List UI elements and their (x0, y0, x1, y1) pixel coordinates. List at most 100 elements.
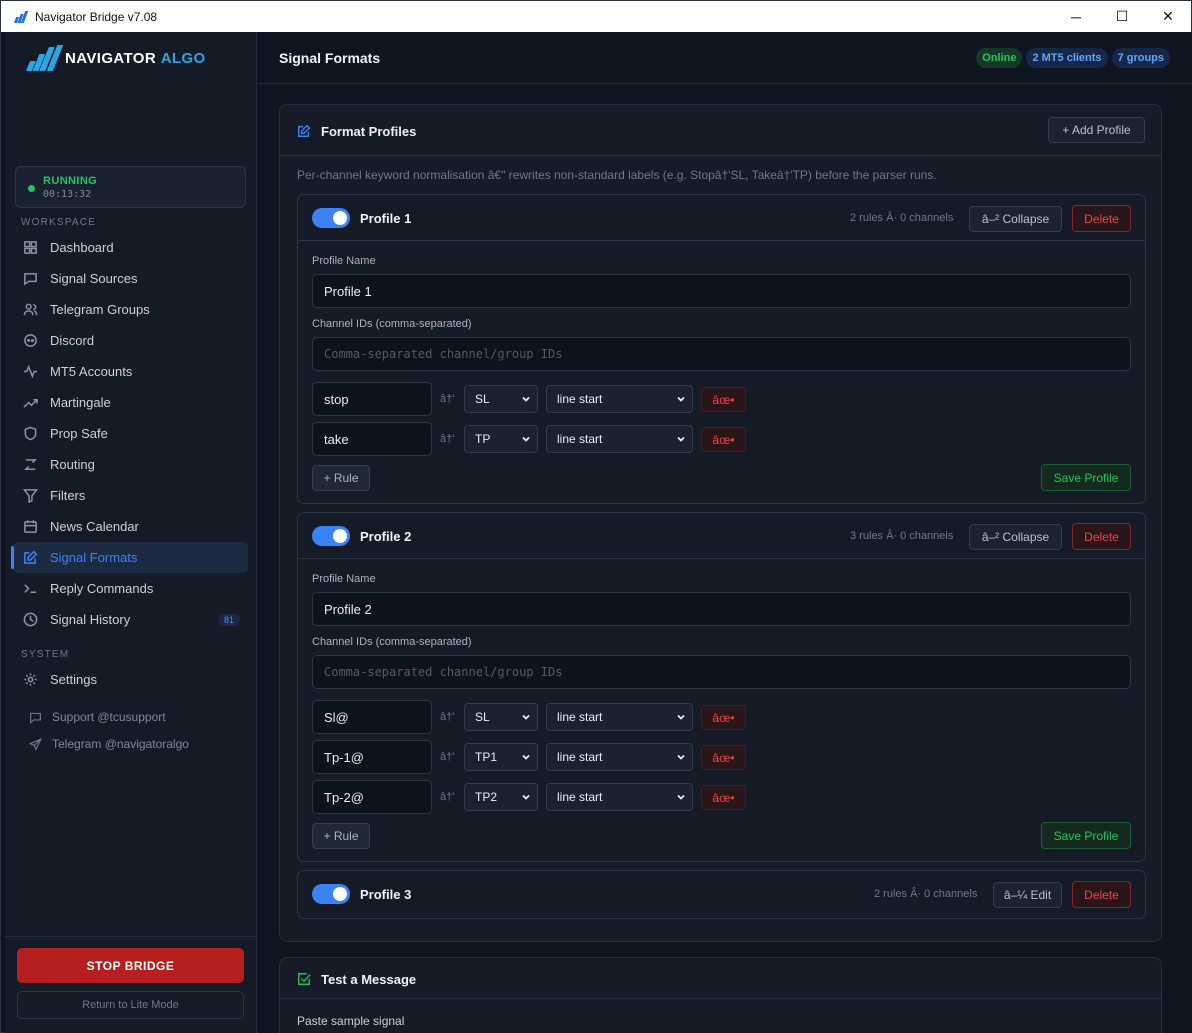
rule-target-select[interactable]: TP (464, 425, 538, 453)
channel-ids-input[interactable]: Comma-separated channel/group IDs (312, 337, 1131, 371)
profile-enable-toggle[interactable] (312, 208, 350, 228)
support-link[interactable]: Support @tcusupport (29, 710, 166, 724)
telegram-link[interactable]: Telegram @navigatoralgo (29, 737, 189, 751)
edit-icon (298, 124, 311, 137)
collapse-button[interactable]: â–² Collapse (969, 524, 1062, 550)
profile-title: Profile 3 (360, 887, 412, 902)
delete-profile-button[interactable]: Delete (1072, 523, 1131, 550)
delete-profile-button[interactable]: Delete (1072, 881, 1131, 908)
profile-meta: 2 rules Â· 0 channels (850, 212, 954, 224)
status-dot-icon (28, 185, 35, 192)
rule-position-select[interactable]: line start (546, 385, 693, 413)
online-status-badge: Online (976, 48, 1023, 68)
nav-signal-formats[interactable]: Signal Formats (11, 542, 248, 573)
card-title: Test a Message (321, 972, 417, 987)
chevron-down-icon (677, 754, 685, 760)
nav-dashboard[interactable]: Dashboard (13, 232, 248, 263)
profile-card: Profile 1 2 rules Â· 0 channels â–² Coll… (297, 194, 1146, 504)
close-button[interactable]: ✕ (1145, 1, 1191, 32)
delete-profile-button[interactable]: Delete (1072, 205, 1131, 232)
nav-discord[interactable]: Discord (13, 325, 248, 356)
remove-rule-button[interactable]: âœ• (701, 745, 746, 770)
save-profile-button[interactable]: Save Profile (1041, 464, 1131, 491)
bridge-status-card: RUNNING 00:13:32 (15, 166, 246, 208)
lite-mode-button[interactable]: Return to Lite Mode (17, 991, 244, 1019)
rule-target-select[interactable]: SL (464, 385, 538, 413)
nav-martingale[interactable]: Martingale (13, 387, 248, 418)
nav-routing[interactable]: Routing (13, 449, 248, 480)
rule-keyword-input[interactable]: stop (312, 382, 432, 416)
maximize-button[interactable]: ☐ (1099, 1, 1145, 32)
rule-keyword-input[interactable]: take (312, 422, 432, 456)
app-logo-icon (13, 10, 29, 23)
card-title: Format Profiles (321, 124, 417, 139)
add-profile-button[interactable]: + Add Profile (1048, 117, 1145, 143)
remove-rule-button[interactable]: âœ• (701, 427, 746, 452)
profile-name-input[interactable]: Profile 2 (312, 592, 1131, 626)
workspace-nav: Dashboard Signal Sources Telegram Groups… (11, 232, 248, 635)
remove-rule-button[interactable]: âœ• (701, 705, 746, 730)
chevron-down-icon (522, 794, 530, 800)
system-nav: Settings (13, 664, 248, 695)
save-profile-button[interactable]: Save Profile (1041, 822, 1131, 849)
nav-mt5-accounts[interactable]: MT5 Accounts (13, 356, 248, 387)
nav-prop-safe[interactable]: Prop Safe (13, 418, 248, 449)
nav-settings[interactable]: Settings (13, 664, 248, 695)
grid-icon (24, 241, 37, 254)
chevron-down-icon (677, 714, 685, 720)
gear-icon (24, 673, 37, 686)
rule-target-select[interactable]: TP2 (464, 783, 538, 811)
profile-enable-toggle[interactable] (312, 884, 350, 904)
rule-keyword-input[interactable]: Tp-2@ (312, 780, 432, 814)
select-value: line start (557, 750, 603, 764)
support-label: Support @tcusupport (52, 710, 166, 724)
window-title: Navigator Bridge v7.08 (35, 9, 158, 24)
history-count-badge: 81 (217, 614, 240, 626)
nav-label: Prop Safe (50, 426, 108, 441)
collapse-button[interactable]: â–² Collapse (969, 206, 1062, 232)
route-icon (24, 459, 37, 470)
rule-position-select[interactable]: line start (546, 783, 693, 811)
select-value: TP1 (475, 750, 498, 764)
rule-position-select[interactable]: line start (546, 743, 693, 771)
remove-rule-button[interactable]: âœ• (701, 387, 746, 412)
nav-news-calendar[interactable]: News Calendar (13, 511, 248, 542)
rule-keyword-input[interactable]: Tp-1@ (312, 740, 432, 774)
groups-badge: 7 groups (1111, 48, 1170, 68)
telegram-label: Telegram @navigatoralgo (52, 737, 189, 751)
nav-label: Martingale (50, 395, 111, 410)
nav-telegram-groups[interactable]: Telegram Groups (13, 294, 248, 325)
add-rule-button[interactable]: + Rule (312, 823, 370, 849)
rule-position-select[interactable]: line start (546, 425, 693, 453)
users-icon (23, 303, 38, 316)
paste-signal-label: Paste sample signal (297, 1014, 405, 1028)
add-rule-button[interactable]: + Rule (312, 465, 370, 491)
discord-icon (24, 334, 37, 347)
channel-ids-input[interactable]: Comma-separated channel/group IDs (312, 655, 1131, 689)
rule-target-select[interactable]: SL (464, 703, 538, 731)
stop-bridge-button[interactable]: STOP BRIDGE (17, 948, 244, 983)
calendar-icon (24, 520, 37, 533)
profile-title: Profile 1 (360, 211, 412, 226)
rule-target-select[interactable]: TP1 (464, 743, 538, 771)
brand-logo: NAVIGATOR ALGO (25, 45, 206, 71)
nav-signal-history[interactable]: Signal History 81 (13, 604, 248, 635)
rule-position-select[interactable]: line start (546, 703, 693, 731)
minimize-button[interactable]: ─ (1053, 1, 1099, 32)
card-description: Per-channel keyword normalisation â€" re… (297, 168, 937, 182)
profile-name-input[interactable]: Profile 1 (312, 274, 1131, 308)
rule-keyword-input[interactable]: Sl@ (312, 700, 432, 734)
send-icon (29, 737, 42, 751)
nav-reply-commands[interactable]: Reply Commands (13, 573, 248, 604)
profile-enable-toggle[interactable] (312, 526, 350, 546)
clock-icon (23, 612, 38, 627)
edit-profile-button[interactable]: â–¼ Edit (993, 882, 1062, 908)
nav-filters[interactable]: Filters (13, 480, 248, 511)
remove-rule-button[interactable]: âœ• (701, 785, 746, 810)
nav-signal-sources[interactable]: Signal Sources (13, 263, 248, 294)
chevron-down-icon (677, 794, 685, 800)
top-bar: Signal Formats Online 2 MT5 clients 7 gr… (258, 32, 1192, 84)
title-bar: Navigator Bridge v7.08 ─ ☐ ✕ (1, 1, 1191, 32)
brand-name-accent: ALGO (160, 49, 206, 67)
select-value: SL (475, 710, 490, 724)
